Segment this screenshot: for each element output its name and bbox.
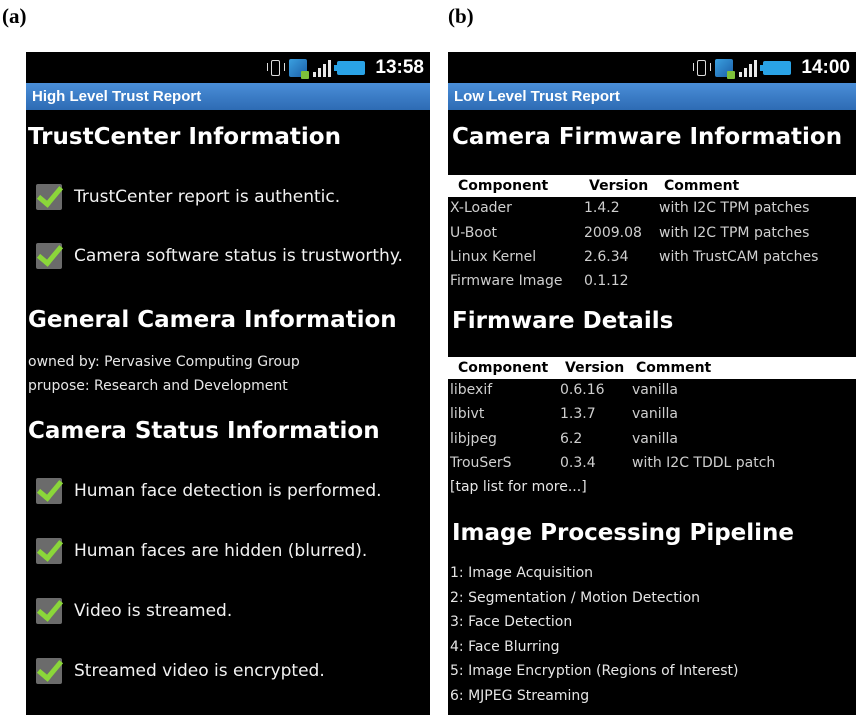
cell-version: 2.6.34 (584, 249, 629, 265)
table-row[interactable]: libjpeg 6.2 vanilla (448, 429, 856, 453)
section-heading-firmware-details: Firmware Details (452, 308, 674, 334)
signal-strength-icon (313, 59, 332, 77)
cell-version: 1.3.7 (560, 406, 596, 422)
section-heading-firmware-info: Camera Firmware Information (452, 124, 843, 150)
cell-version: 6.2 (560, 431, 583, 447)
checkmark-icon (36, 184, 62, 210)
pipeline-step: 3: Face Detection (450, 614, 573, 630)
cell-component: TrouSerS (450, 455, 512, 471)
check-item: Human faces are hidden (blurred). (36, 536, 367, 566)
status-bar: 13:58 (26, 52, 430, 83)
cell-component: Firmware Image (450, 273, 563, 289)
purpose-text: prupose: Research and Development (28, 378, 288, 394)
cell-comment: with I2C TPM patches (659, 225, 810, 241)
pipeline-step: 1: Image Acquisition (450, 565, 594, 581)
column-header-component: Component (458, 178, 549, 194)
section-heading-status: Camera Status Information (28, 418, 380, 444)
status-time: 14:00 (801, 56, 850, 78)
table-row[interactable]: Linux Kernel 2.6.34 with TrustCAM patche… (448, 247, 856, 271)
column-header-component: Component (458, 360, 549, 376)
table-row[interactable]: Firmware Image 0.1.12 (448, 271, 856, 295)
column-header-version: Version (589, 178, 649, 194)
check-item: Camera software status is trustworthy. (36, 241, 403, 271)
cell-component: U-Boot (450, 225, 498, 241)
usb-debug-icon (715, 58, 736, 79)
cell-comment: with I2C TDDL patch (632, 455, 776, 471)
check-item-text: Streamed video is encrypted. (74, 661, 325, 681)
check-item: Human face detection is performed. (36, 476, 382, 506)
app-title-bar: High Level Trust Report (26, 83, 430, 110)
checkmark-icon (36, 598, 62, 624)
details-table-header: Component Version Comment (448, 357, 856, 379)
battery-icon (760, 60, 792, 75)
tap-for-more-link[interactable]: [tap list for more...] (450, 479, 587, 495)
cell-version: 2009.08 (584, 225, 642, 241)
table-row[interactable]: libexif 0.6.16 vanilla (448, 380, 856, 404)
checkmark-icon (36, 658, 62, 684)
pipeline-step: 5: Image Encryption (Regions of Interest… (450, 663, 739, 679)
cell-version: 0.3.4 (560, 455, 596, 471)
pipeline-step: 6: MJPEG Streaming (450, 688, 590, 704)
cell-version: 0.6.16 (560, 382, 605, 398)
column-header-comment: Comment (636, 360, 712, 376)
panel-label-a: (a) (2, 4, 27, 28)
check-item-text: Human face detection is performed. (74, 481, 382, 501)
cell-component: Linux Kernel (450, 249, 537, 265)
phone-screen-high-level: 13:58 High Level Trust Report TrustCente… (26, 52, 430, 715)
status-time: 13:58 (375, 56, 424, 78)
cell-comment: vanilla (632, 431, 678, 447)
check-item-text: TrustCenter report is authentic. (74, 187, 341, 207)
section-heading-general: General Camera Information (28, 307, 397, 333)
pipeline-step: 4: Face Blurring (450, 639, 560, 655)
vibrate-icon (693, 59, 712, 77)
signal-strength-icon (739, 59, 758, 77)
checkmark-icon (36, 243, 62, 269)
battery-icon (334, 60, 366, 75)
cell-component: libjpeg (450, 431, 497, 447)
check-item: Streamed video is encrypted. (36, 656, 325, 686)
check-item: TrustCenter report is authentic. (36, 182, 340, 212)
usb-debug-icon (289, 58, 310, 79)
cell-component: libivt (450, 406, 485, 422)
owned-by-text: owned by: Pervasive Computing Group (28, 354, 300, 370)
checkmark-icon (36, 478, 62, 504)
column-header-comment: Comment (664, 178, 740, 194)
phone-screen-low-level: 14:00 Low Level Trust Report Camera Firm… (448, 52, 856, 715)
column-header-version: Version (565, 360, 625, 376)
cell-comment: with TrustCAM patches (659, 249, 819, 265)
firmware-table-header: Component Version Comment (448, 175, 856, 197)
cell-component: libexif (450, 382, 493, 398)
section-heading-trustcenter: TrustCenter Information (28, 124, 341, 150)
checkmark-icon (36, 538, 62, 564)
check-item-text: Human faces are hidden (blurred). (74, 541, 368, 561)
cell-comment: vanilla (632, 382, 678, 398)
cell-comment: vanilla (632, 406, 678, 422)
vibrate-icon (267, 59, 286, 77)
panel-label-b: (b) (448, 4, 474, 28)
table-row[interactable]: libivt 1.3.7 vanilla (448, 404, 856, 428)
cell-component: X-Loader (450, 200, 512, 216)
cell-version: 0.1.12 (584, 273, 629, 289)
check-item-text: Camera software status is trustworthy. (74, 246, 403, 266)
table-row[interactable]: TrouSerS 0.3.4 with I2C TDDL patch (448, 453, 856, 477)
app-title-bar: Low Level Trust Report (448, 83, 856, 110)
check-item: Video is streamed. (36, 596, 232, 626)
table-row[interactable]: U-Boot 2009.08 with I2C TPM patches (448, 223, 856, 247)
section-heading-pipeline: Image Processing Pipeline (452, 520, 795, 546)
pipeline-step: 2: Segmentation / Motion Detection (450, 590, 701, 606)
cell-comment: with I2C TPM patches (659, 200, 810, 216)
check-item-text: Video is streamed. (74, 601, 233, 621)
cell-version: 1.4.2 (584, 200, 620, 216)
status-bar: 14:00 (448, 52, 856, 83)
table-row[interactable]: X-Loader 1.4.2 with I2C TPM patches (448, 198, 856, 222)
